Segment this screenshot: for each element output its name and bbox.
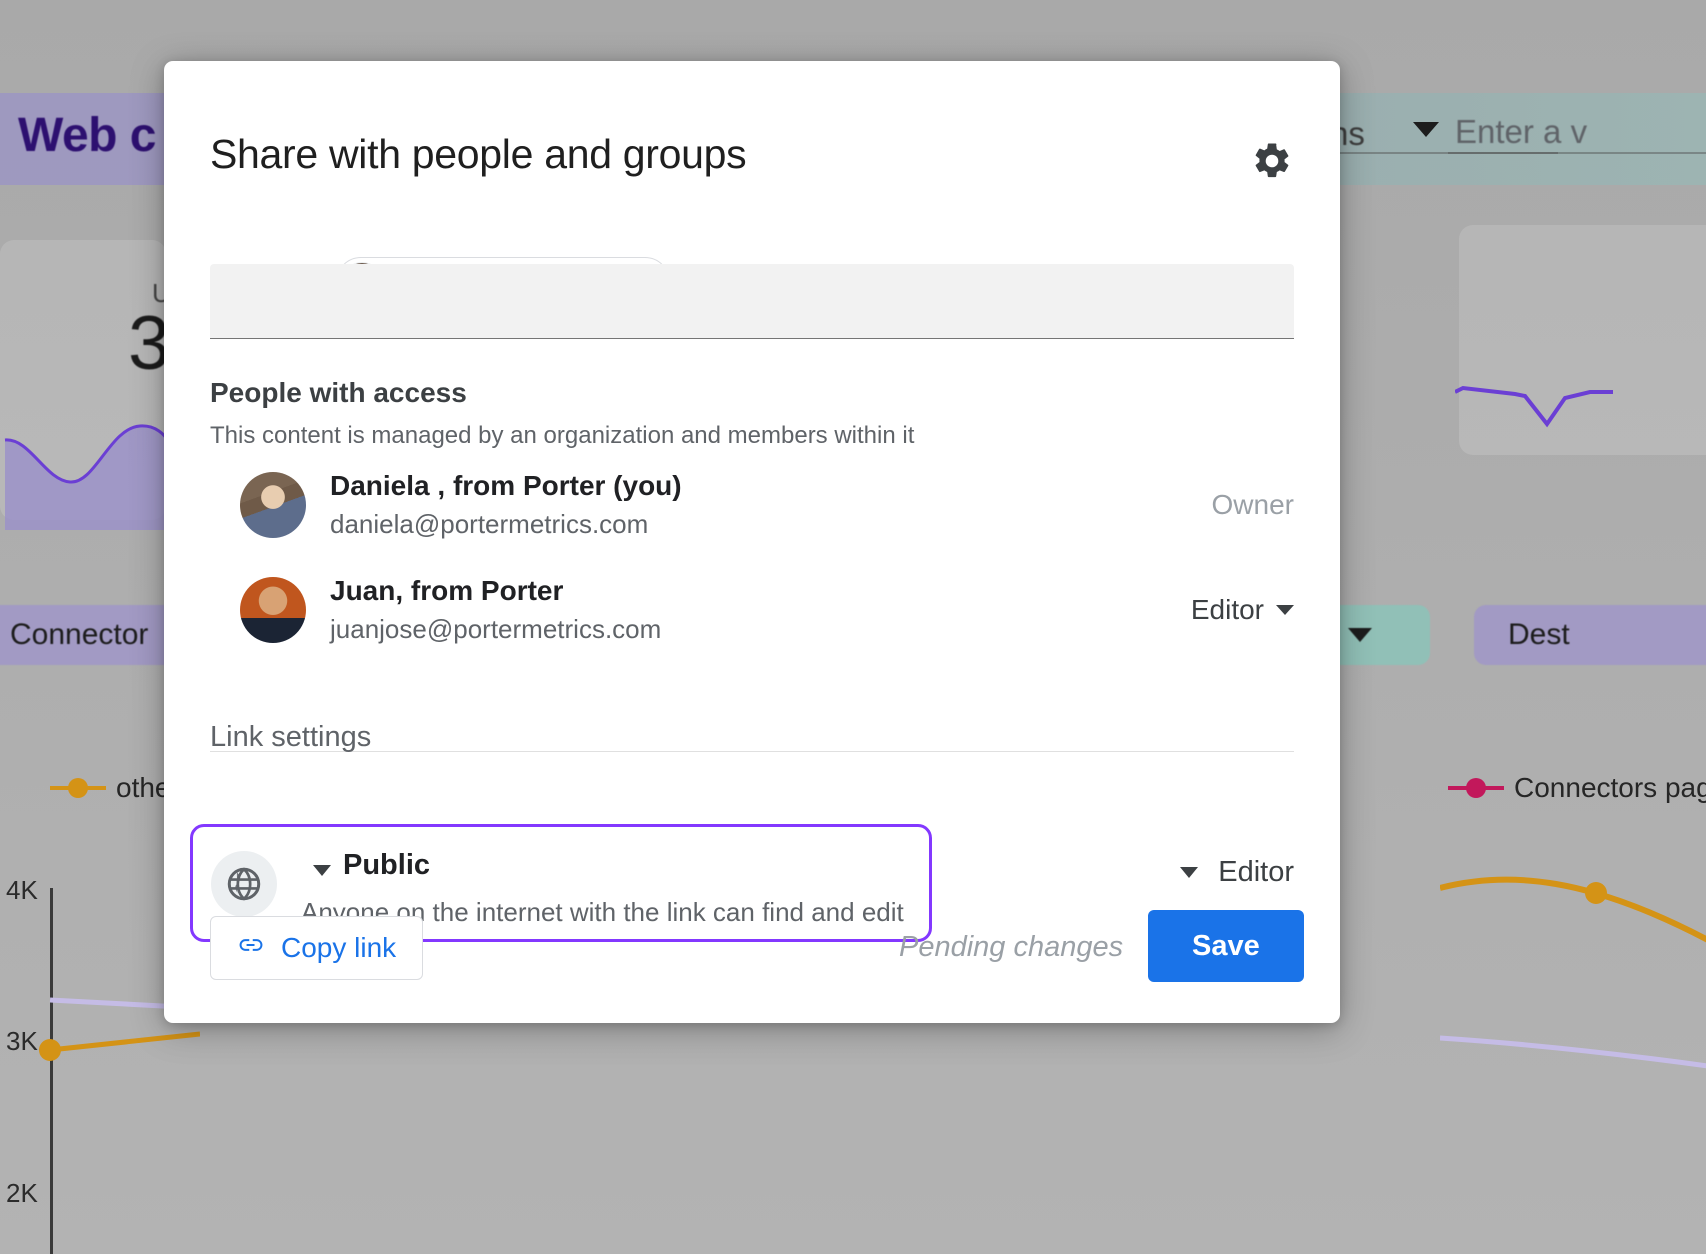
link-icon <box>237 931 265 966</box>
background-legend-left: other <box>50 772 180 804</box>
person-email: juanjose@portermetrics.com <box>330 614 662 644</box>
background-value-input-placeholder: Enter a v <box>1455 113 1588 150</box>
link-role-chevron-down-icon <box>1180 867 1199 878</box>
legend-swatch-connectors <box>1448 778 1504 798</box>
person-role-dropdown[interactable]: Editor <box>1191 594 1294 626</box>
person-email: daniela@portermetrics.com <box>330 509 649 539</box>
copy-link-button[interactable]: Copy link <box>210 916 424 980</box>
list-item[interactable]: Juan, from Porter juanjose@portermetrics… <box>210 564 1294 656</box>
background-chevron-down-icon-2 <box>1348 628 1372 642</box>
link-role-label: Editor <box>1218 856 1294 888</box>
background-sparkline-left <box>4 424 170 530</box>
background-legend-right-label: Connectors pag <box>1514 772 1706 803</box>
people-with-access-title: People with access <box>210 377 467 408</box>
share-dialog: Share with people and groups Share as Da… <box>164 61 1340 1023</box>
dialog-title: Share with people and groups <box>210 131 747 177</box>
divider <box>210 751 1294 752</box>
person-role-label: Owner <box>1211 489 1294 520</box>
person-role: Owner <box>1212 489 1294 521</box>
copy-link-label: Copy link <box>281 932 397 963</box>
avatar <box>240 472 306 538</box>
message-input[interactable] <box>210 264 1294 339</box>
legend-swatch-other <box>50 778 106 798</box>
pending-changes-status: Pending changes <box>899 931 1124 963</box>
person-details: Daniela , from Porter (you) daniela@port… <box>330 470 682 540</box>
link-visibility-value: Public <box>343 849 431 881</box>
background-value-underline <box>1448 152 1706 154</box>
save-button[interactable]: Save <box>1148 910 1304 982</box>
background-chart-lines-right <box>1440 876 1706 1069</box>
gear-icon[interactable] <box>1246 135 1298 187</box>
background-destination-chip: Dest <box>1474 605 1706 665</box>
background-page-title: Web c <box>18 109 156 162</box>
background-legend-right: Connectors pag <box>1448 772 1706 804</box>
link-role-dropdown[interactable]: Editor <box>1180 856 1294 889</box>
link-settings-title: Link settings <box>210 721 372 753</box>
chevron-down-icon <box>1276 605 1294 615</box>
link-visibility-chevron-down-icon[interactable] <box>313 865 331 876</box>
person-role-label: Editor <box>1190 594 1264 625</box>
person-details: Juan, from Porter juanjose@portermetrics… <box>330 575 661 645</box>
avatar <box>240 577 306 643</box>
background-sparkline-right <box>1455 385 1613 428</box>
background-y-tick-2k: 2K <box>6 1178 38 1208</box>
list-item[interactable]: Daniela , from Porter (you) daniela@port… <box>210 459 1294 551</box>
globe-icon <box>211 851 277 917</box>
person-name: Daniela , from Porter (you) <box>330 470 682 501</box>
background-chevron-down-icon <box>1413 122 1439 137</box>
person-name: Juan, from Porter <box>330 575 564 606</box>
people-with-access-subtitle: This content is managed by an organizati… <box>210 422 915 449</box>
